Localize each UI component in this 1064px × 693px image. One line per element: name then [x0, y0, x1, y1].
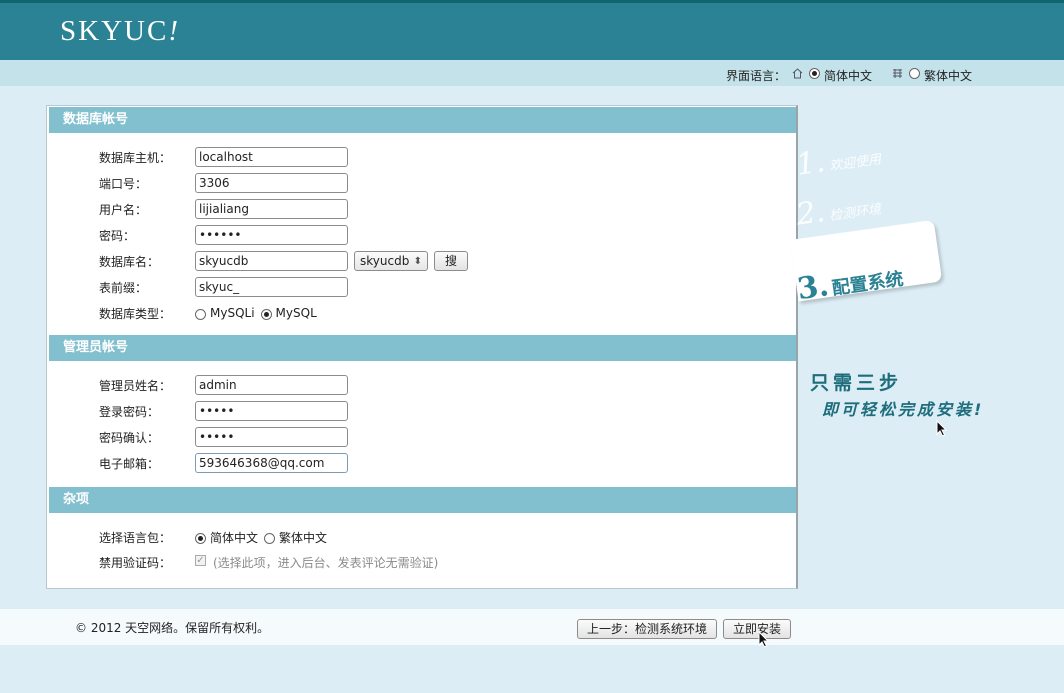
home-icon	[792, 68, 803, 79]
db-section-title: 数据库帐号	[49, 107, 796, 133]
prefix-input[interactable]: skyuc_	[195, 277, 348, 297]
password-input[interactable]: ••••••	[195, 225, 348, 245]
misc-section-title: 杂项	[49, 487, 796, 513]
langpack-label: 选择语言包：	[99, 530, 172, 545]
admin-confirm-input[interactable]: •••••	[195, 427, 348, 447]
dbname-row: 数据库名： skyucdb skyucdb ⬍ 搜	[99, 251, 468, 271]
dbtype-row: 数据库类型： MySQLi MySQL	[99, 303, 323, 323]
search-db-button[interactable]: 搜	[434, 251, 468, 271]
langpack-row: 选择语言包： 简体中文 繁体中文	[99, 527, 333, 547]
dbname-label: 数据库名：	[99, 254, 160, 269]
admin-section-title: 管理员帐号	[49, 335, 796, 361]
prefix-row: 表前缀： skyuc_	[99, 277, 348, 297]
step-1: 1.欢迎使用	[793, 144, 883, 183]
langpack-traditional-label: 繁体中文	[279, 530, 328, 545]
admin-password-label: 登录密码：	[99, 404, 160, 419]
captcha-checkbox[interactable]: ✓	[195, 554, 206, 566]
dbtype-mysqli-radio[interactable]	[195, 308, 206, 320]
dbtype-mysql-label: MySQL	[275, 306, 317, 320]
admin-password-input[interactable]: •••••	[195, 401, 348, 421]
config-panel: 数据库帐号 数据库主机： localhost 端口号： 3306 用户名： li…	[46, 105, 798, 589]
dbname-input[interactable]: skyucdb	[195, 251, 348, 271]
logo: SKYUC!	[60, 15, 180, 47]
prev-step-button[interactable]: 上一步：检测系统环境	[577, 619, 718, 639]
user-input[interactable]: lijialiang	[195, 199, 348, 219]
language-label: 界面语言：	[725, 69, 786, 83]
lang-simplified-label: 简体中文	[823, 69, 872, 83]
port-label: 端口号：	[99, 176, 148, 191]
port-input[interactable]: 3306	[195, 173, 348, 193]
language-bar: 界面语言： 简体中文 繁体中文	[0, 60, 1064, 86]
user-row: 用户名： lijialiang	[99, 199, 348, 219]
dbname-select-value: skyucdb	[360, 254, 410, 268]
port-row: 端口号： 3306	[99, 173, 348, 193]
footer: © 2012 天空网络。保留所有权利。 上一步：检测系统环境 立即安装	[0, 609, 1064, 645]
step-2: 2.检测环境	[793, 194, 883, 233]
captcha-hint: (选择此项，进入后台、发表评论无需验证)	[213, 555, 439, 570]
langpack-simplified-label: 简体中文	[210, 530, 259, 545]
host-input[interactable]: localhost	[195, 147, 348, 167]
lang-traditional-label: 繁体中文	[923, 69, 972, 83]
captcha-label: 禁用验证码：	[99, 555, 172, 570]
host-row: 数据库主机： localhost	[99, 147, 348, 167]
password-row: 密码： ••••••	[99, 225, 348, 245]
langpack-traditional-option: 繁体中文	[264, 529, 327, 546]
traditional-icon	[892, 69, 902, 78]
lang-traditional-radio[interactable]	[908, 68, 920, 79]
copyright: © 2012 天空网络。保留所有权利。	[75, 621, 270, 635]
mouse-cursor-icon	[936, 420, 948, 437]
admin-name-label: 管理员姓名：	[99, 378, 172, 393]
langpack-simplified-option: 简体中文	[195, 529, 258, 546]
admin-confirm-row: 密码确认： •••••	[99, 427, 348, 447]
captcha-row: 禁用验证码： ✓ (选择此项，进入后台、发表评论无需验证)	[99, 552, 438, 572]
langpack-traditional-radio[interactable]	[264, 532, 276, 544]
admin-email-input[interactable]: 593646368@qq.com	[195, 453, 348, 473]
dbtype-mysqli-option: MySQLi	[195, 306, 255, 320]
user-label: 用户名：	[99, 202, 148, 217]
header: SKYUC!	[0, 3, 1064, 60]
select-arrow-icon: ⬍	[413, 256, 422, 267]
prefix-label: 表前缀：	[99, 280, 148, 295]
slogan-line1: 只需三步	[810, 372, 903, 394]
dbtype-mysql-option: MySQL	[260, 306, 317, 320]
langpack-simplified-radio[interactable]	[195, 532, 206, 544]
install-steps: 1.欢迎使用 2.检测环境 3.配置系统	[790, 140, 990, 320]
admin-password-row: 登录密码： •••••	[99, 401, 348, 421]
dbname-select[interactable]: skyucdb ⬍	[354, 251, 428, 271]
mouse-cursor-icon-2	[758, 631, 770, 648]
dbtype-mysqli-label: MySQLi	[210, 306, 255, 320]
admin-email-label: 电子邮箱：	[99, 456, 160, 471]
dbtype-mysql-radio[interactable]	[260, 308, 272, 320]
dbtype-label: 数据库类型：	[99, 306, 172, 321]
admin-name-input[interactable]: admin	[195, 375, 348, 395]
host-label: 数据库主机：	[99, 150, 172, 165]
password-label: 密码：	[99, 228, 136, 243]
admin-name-row: 管理员姓名： admin	[99, 375, 348, 395]
slogan-line2: 即可轻松完成安装!	[822, 400, 985, 419]
admin-confirm-label: 密码确认：	[99, 430, 160, 445]
admin-email-row: 电子邮箱： 593646368@qq.com	[99, 453, 348, 473]
lang-simplified-radio[interactable]	[808, 68, 820, 79]
